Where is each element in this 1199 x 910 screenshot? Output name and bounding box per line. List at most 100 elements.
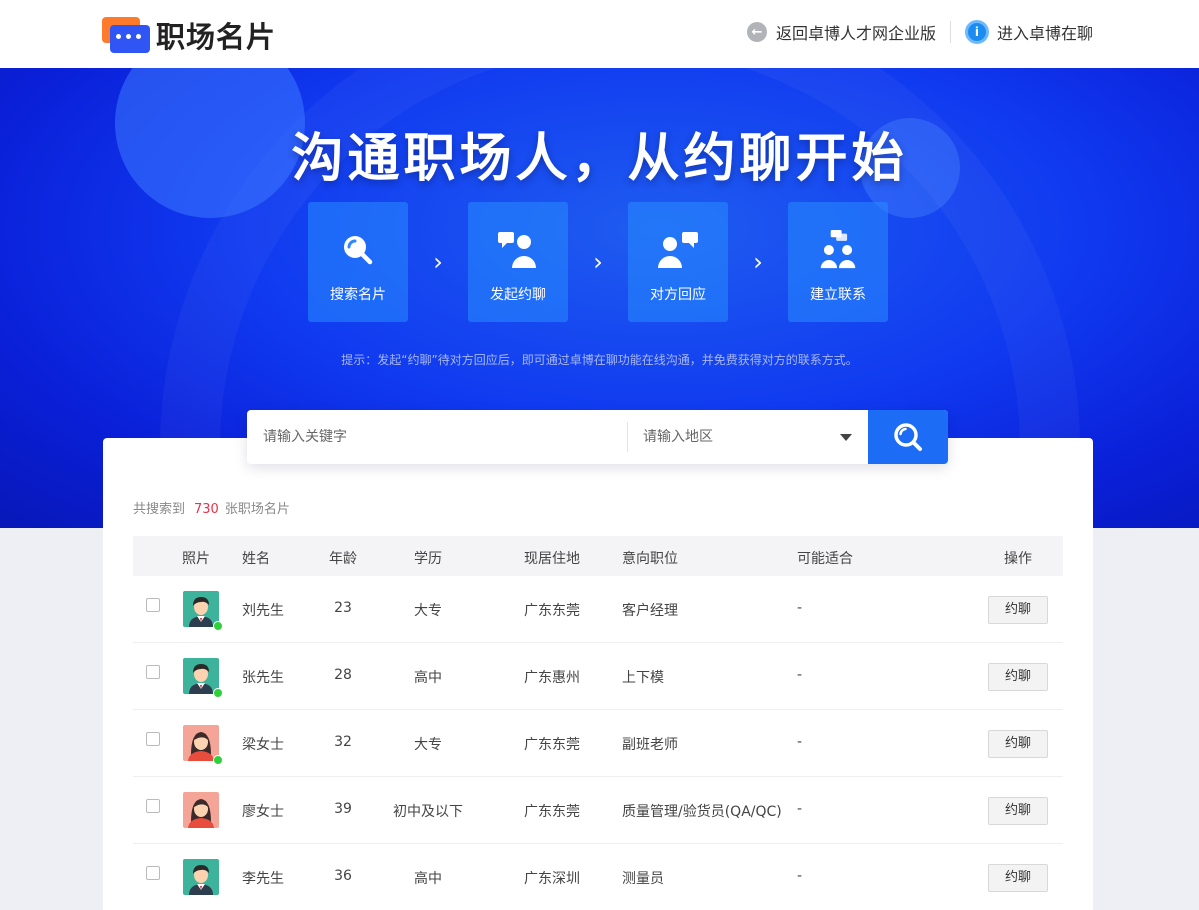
col-position: 意向职位 xyxy=(622,551,678,567)
row-education: 高中 xyxy=(414,871,442,887)
enter-chat-link[interactable]: i 进入卓博在聊 xyxy=(964,20,1093,44)
table-row: 李先生 36 高中 广东深圳 测量员 - 约聊 xyxy=(133,844,1063,910)
result-count: 共搜索到 730 张职场名片 xyxy=(133,498,290,517)
nav-divider xyxy=(949,21,951,43)
female-avatar-icon xyxy=(183,792,219,832)
row-position: 测量员 xyxy=(622,871,664,887)
banner-tip: 提示：发起“约聊”待对方回应后，即可通过卓博在聊功能在线沟通，并免费获得对方的联… xyxy=(341,353,858,367)
back-arrow-icon: ← xyxy=(746,22,767,42)
result-count-suffix: 张职场名片 xyxy=(224,502,290,517)
row-education: 高中 xyxy=(414,670,442,686)
person-reply-icon xyxy=(658,232,698,268)
col-age: 年龄 xyxy=(329,551,357,567)
group-contact-icon xyxy=(820,230,856,269)
avatar[interactable] xyxy=(183,859,219,895)
chat-invite-button[interactable]: 约聊 xyxy=(988,596,1048,624)
row-fit: - xyxy=(797,801,803,817)
top-header: 职场名片 ← 返回卓博人才网企业版 i 进入卓博在聊 xyxy=(0,0,1199,68)
region-input[interactable] xyxy=(643,429,840,445)
avatar[interactable] xyxy=(183,591,223,631)
process-steps: 搜索名片 › 发起约聊 › 对方回应 › 建立联系 xyxy=(308,202,888,322)
row-position: 副班老师 xyxy=(622,737,678,753)
search-icon xyxy=(344,236,373,265)
row-age: 36 xyxy=(334,868,352,884)
back-to-enterprise-label: 返回卓博人才网企业版 xyxy=(775,24,936,43)
row-age: 23 xyxy=(334,600,352,616)
enter-chat-label: 进入卓博在聊 xyxy=(996,24,1093,43)
table-header: 照片 姓名 年龄 学历 现居住地 意向职位 可能适合 操作 xyxy=(133,536,1063,576)
table-row: 刘先生 23 大专 广东东莞 客户经理 - 约聊 xyxy=(133,576,1063,643)
online-status-icon xyxy=(213,688,223,698)
row-fit: - xyxy=(797,734,803,750)
banner-title: 沟通职场人，从约聊开始 xyxy=(291,129,908,189)
logo[interactable]: 职场名片 xyxy=(102,14,276,56)
step-label: 对方回应 xyxy=(650,287,706,303)
chat-invite-button[interactable]: 约聊 xyxy=(988,730,1048,758)
row-age: 39 xyxy=(334,801,352,817)
col-fit: 可能适合 xyxy=(797,551,853,567)
row-age: 28 xyxy=(334,667,352,683)
col-education: 学历 xyxy=(414,551,442,567)
avatar[interactable] xyxy=(183,658,223,698)
row-location: 广东东莞 xyxy=(524,737,580,753)
table-row: 梁女士 32 大专 广东东莞 副班老师 - 约聊 xyxy=(133,710,1063,777)
chat-invite-button[interactable]: 约聊 xyxy=(988,864,1048,892)
avatar[interactable] xyxy=(183,792,219,828)
back-to-enterprise-link[interactable]: ← 返回卓博人才网企业版 xyxy=(746,20,936,44)
step-connect: 建立联系 xyxy=(788,202,888,322)
col-name: 姓名 xyxy=(242,551,270,567)
row-education: 大专 xyxy=(414,603,442,619)
row-checkbox[interactable] xyxy=(146,866,160,880)
header-nav: ← 返回卓博人才网企业版 i 进入卓博在聊 xyxy=(746,20,1093,44)
step-label: 搜索名片 xyxy=(330,287,386,303)
keyword-field[interactable] xyxy=(247,410,627,464)
keyword-input[interactable] xyxy=(263,429,627,445)
logo-icon xyxy=(102,17,150,53)
step-label: 发起约聊 xyxy=(490,287,546,303)
male-avatar-icon xyxy=(183,859,219,899)
row-name: 张先生 xyxy=(242,670,284,686)
region-select[interactable] xyxy=(628,410,868,464)
row-education: 初中及以下 xyxy=(393,804,463,820)
online-status-icon xyxy=(213,755,223,765)
result-count-number: 730 xyxy=(194,502,219,517)
row-name: 梁女士 xyxy=(242,737,284,753)
table-row: 张先生 28 高中 广东惠州 上下模 - 约聊 xyxy=(133,643,1063,710)
avatar[interactable] xyxy=(183,725,223,765)
step-search: 搜索名片 xyxy=(308,202,408,322)
row-position: 质量管理/验货员(QA/QC) xyxy=(622,804,782,820)
person-message-icon xyxy=(498,232,536,268)
row-fit: - xyxy=(797,600,803,616)
row-location: 广东东莞 xyxy=(524,603,580,619)
row-checkbox[interactable] xyxy=(146,732,160,746)
row-location: 广东惠州 xyxy=(524,670,580,686)
chat-invite-button[interactable]: 约聊 xyxy=(988,797,1048,825)
row-education: 大专 xyxy=(414,737,442,753)
step-initiate: 发起约聊 xyxy=(468,202,568,322)
col-location: 现居住地 xyxy=(524,551,580,567)
col-action: 操作 xyxy=(1004,551,1032,567)
step-respond: 对方回应 xyxy=(628,202,728,322)
logo-text: 职场名片 xyxy=(156,20,277,54)
row-name: 刘先生 xyxy=(242,603,284,619)
row-name: 廖女士 xyxy=(242,804,284,820)
row-position: 上下模 xyxy=(622,670,664,686)
chevron-right-icon: › xyxy=(593,248,603,276)
step-label: 建立联系 xyxy=(810,287,866,303)
dropdown-caret-icon[interactable] xyxy=(840,433,852,441)
search-icon xyxy=(894,423,922,451)
row-age: 32 xyxy=(334,734,352,750)
row-fit: - xyxy=(797,667,803,683)
row-checkbox[interactable] xyxy=(146,598,160,612)
chat-invite-button[interactable]: 约聊 xyxy=(988,663,1048,691)
chat-bubble-icon: i xyxy=(964,20,989,44)
search-bar xyxy=(247,410,948,464)
col-photo: 照片 xyxy=(182,551,210,567)
row-checkbox[interactable] xyxy=(146,665,160,679)
row-name: 李先生 xyxy=(242,871,284,887)
result-count-prefix: 共搜索到 xyxy=(133,502,186,517)
row-checkbox[interactable] xyxy=(146,799,160,813)
search-button[interactable] xyxy=(868,410,948,464)
chevron-right-icon: › xyxy=(433,248,443,276)
row-location: 广东深圳 xyxy=(524,871,580,887)
